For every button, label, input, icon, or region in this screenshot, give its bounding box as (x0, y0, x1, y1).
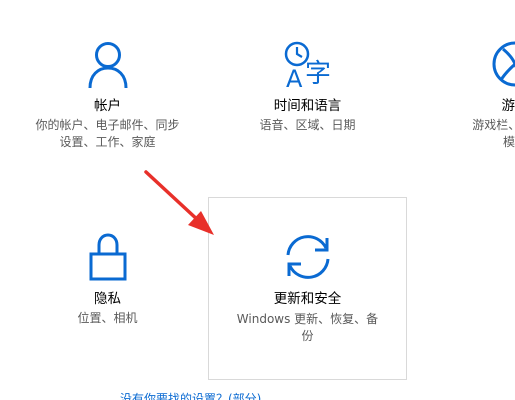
settings-home: 帐户 你的帐户、电子邮件、同步 设置、工作、家庭 A 字 时间和语言 语音、区域… (0, 0, 515, 400)
annotation-arrow-icon (144, 170, 214, 235)
